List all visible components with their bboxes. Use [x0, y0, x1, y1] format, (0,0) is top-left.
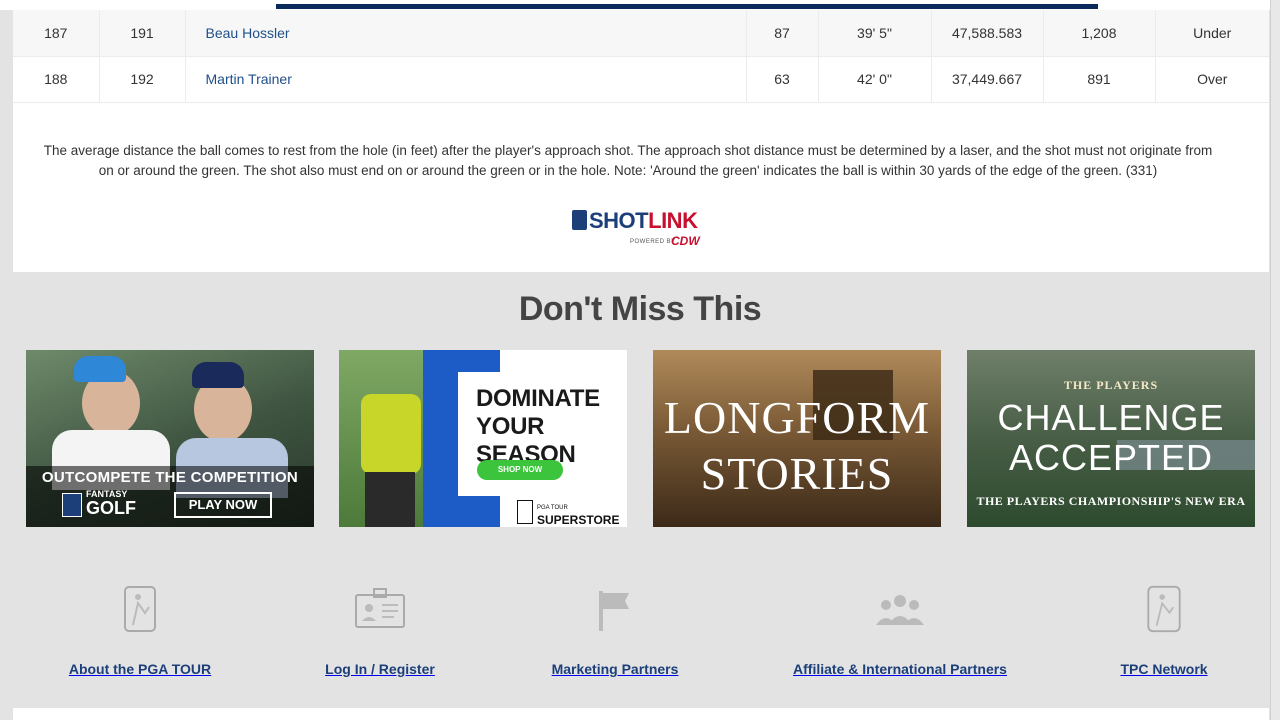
people-group-icon [876, 595, 924, 625]
powered-by: POWERED BY [630, 239, 676, 245]
player-link[interactable]: Martin Trainer [206, 71, 292, 87]
scrollbar[interactable] [1270, 0, 1280, 720]
average: 42' 0" [818, 56, 932, 102]
id-card-icon [355, 588, 405, 628]
golfer-cap [192, 362, 244, 388]
fantasy-golf-logo: FANTASY GOLF [86, 490, 136, 518]
rank-last-week: 192 [99, 56, 186, 102]
footer-label: Marketing Partners [551, 661, 679, 677]
promo-headline: LONGFORM STORIES [653, 390, 941, 502]
headline-line-2: ACCEPTED [1008, 437, 1214, 478]
top-nav-bar [0, 0, 1280, 10]
shotlink-shot: SHOT [589, 208, 649, 233]
total-distance: 47,588.583 [931, 10, 1044, 56]
rank-this-week: 188 [13, 56, 100, 102]
footer-label: TPC Network [1120, 661, 1208, 677]
active-tab-indicator [276, 4, 1098, 9]
promo-longform-stories[interactable]: LONGFORM STORIES [653, 350, 941, 527]
footer-link-about[interactable]: About the PGA TOUR [40, 585, 240, 677]
rank-last-week: 191 [99, 10, 186, 56]
headline-line-2: STORIES [700, 448, 894, 499]
flag-icon [599, 591, 629, 631]
table-row: 188 192 Martin Trainer 63 42' 0" 37,449.… [13, 56, 1269, 102]
the-players-logo: THE PLAYERS [1063, 378, 1159, 392]
total-distance: 37,449.667 [931, 56, 1044, 102]
pga-tour-logo-icon [124, 586, 156, 632]
footer-link-login[interactable]: Log In / Register [280, 585, 480, 677]
fantasy-brand: GOLF [86, 498, 136, 518]
footer-table-strip [13, 708, 1269, 720]
table-row: 187 191 Beau Hossler 87 39' 5" 47,588.58… [13, 10, 1269, 56]
attempts: 1,208 [1043, 10, 1156, 56]
promo-tagline: THE PLAYERS CHAMPIONSHIP'S NEW ERA [976, 494, 1246, 508]
footer-link-marketing[interactable]: Marketing Partners [515, 585, 715, 677]
promo-headline: OUTCOMPETE THE COMPETITION [41, 469, 299, 486]
section-title: Don't Miss This [518, 290, 762, 328]
pga-tour-badge-icon [517, 500, 533, 524]
shotlink-logo: SHOTLINK POWERED BY CDW [572, 208, 712, 256]
cdw-logo: CDW [671, 234, 700, 248]
footer-link-affiliates[interactable]: Affiliate & International Partners [780, 585, 1020, 677]
rounds: 63 [746, 56, 819, 102]
footer-link-tpc-network[interactable]: TPC Network [1064, 585, 1264, 677]
shotlink-wordmark: SHOTLINK [572, 208, 698, 234]
player-cell: Beau Hossler [185, 10, 747, 56]
superstore-logo: PGA TOUR SUPERSTORE [537, 502, 619, 526]
attempts: 891 [1043, 56, 1156, 102]
play-now-button[interactable]: PLAY NOW [174, 492, 272, 518]
player-cell: Martin Trainer [185, 56, 747, 102]
promo-headline: CHALLENGE ACCEPTED [967, 398, 1255, 478]
rank-this-week: 187 [13, 10, 100, 56]
rounds: 87 [746, 10, 819, 56]
stat-description: The average distance the ball comes to r… [43, 143, 1213, 178]
average: 39' 5" [818, 10, 932, 56]
superstore-brand: SUPERSTORE [537, 513, 620, 527]
pga-tour-logo-icon [1147, 585, 1181, 633]
shop-now-button[interactable]: SHOP NOW [477, 460, 563, 480]
pga-tour-badge-icon [62, 493, 82, 517]
promo-headline: DOMINATE YOUR SEASON [476, 385, 600, 468]
headline-line-1: LONGFORM [663, 392, 931, 443]
player-link[interactable]: Beau Hossler [206, 25, 290, 41]
promo-players-championship[interactable]: THE PLAYERS CHALLENGE ACCEPTED THE PLAYE… [967, 350, 1255, 527]
relative-to-par: Over [1197, 71, 1228, 87]
promo-fantasy-golf[interactable]: OUTCOMPETE THE COMPETITION FANTASY GOLF … [26, 350, 314, 527]
golfer-pants [365, 472, 415, 527]
relative-to-par: Under [1193, 24, 1232, 41]
shotlink-link: LINK [648, 208, 698, 233]
footer-label: About the PGA TOUR [68, 661, 212, 677]
footer-label: Affiliate & International Partners [793, 661, 1007, 677]
golfer-cap [74, 356, 126, 382]
footer-label: Log In / Register [325, 661, 435, 677]
golfer-shirt [361, 394, 421, 474]
stats-table: 187 191 Beau Hossler 87 39' 5" 47,588.58… [13, 10, 1269, 103]
pga-tour-badge-icon [572, 210, 587, 230]
promo-superstore[interactable]: DOMINATE YOUR SEASON SHOP NOW PGA TOUR S… [339, 350, 627, 527]
headline-line-1: CHALLENGE [997, 397, 1225, 438]
